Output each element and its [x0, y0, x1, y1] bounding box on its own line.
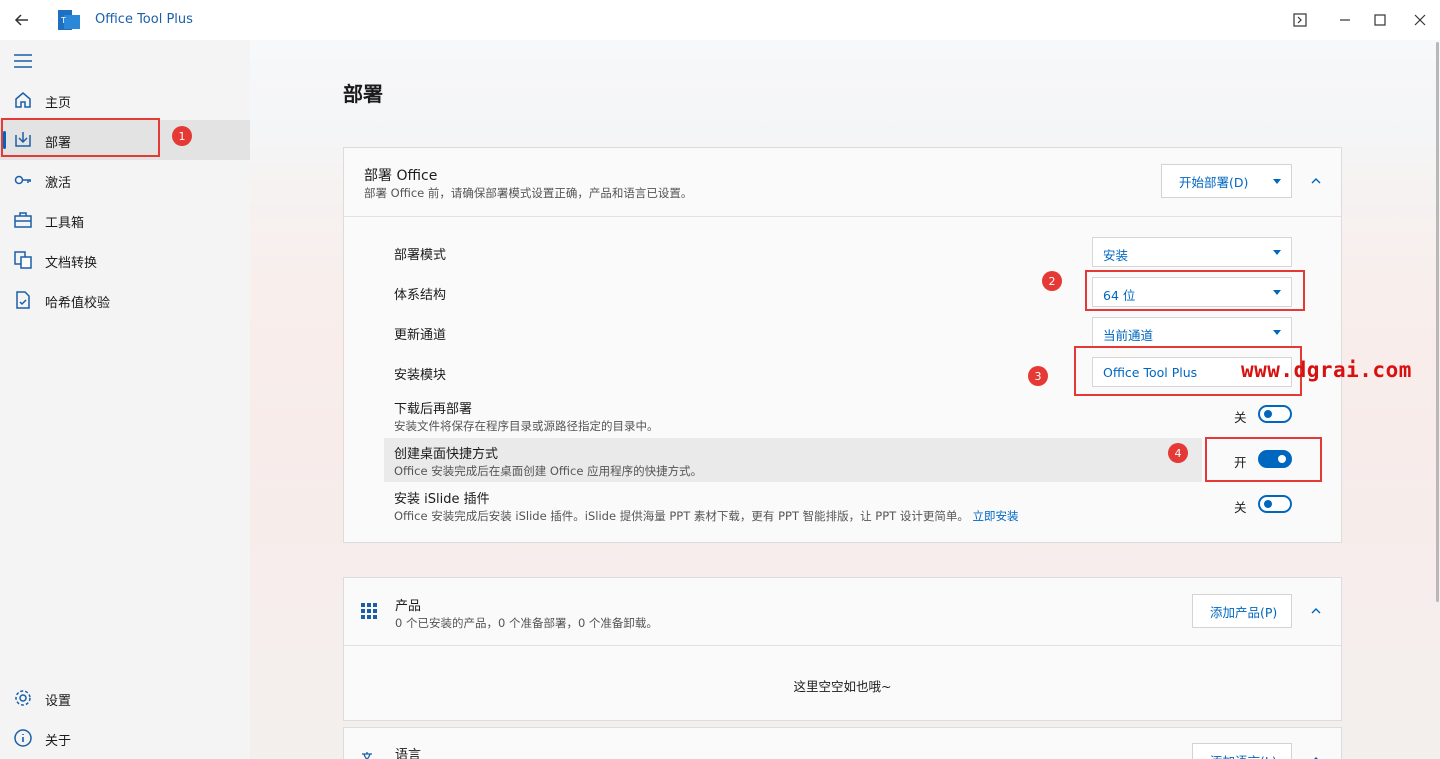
- toolbox-icon: [12, 210, 34, 230]
- home-icon: [12, 90, 34, 110]
- sidebar-item-hash-check[interactable]: 哈希值校验: [0, 280, 250, 320]
- dropdown-caret-icon[interactable]: [1273, 179, 1281, 184]
- install-module-label: 安装模块: [394, 368, 447, 383]
- language-icon: [360, 750, 378, 759]
- watermark-text: www.dgrai.com: [1241, 358, 1412, 382]
- add-product-button[interactable]: 添加产品(P): [1192, 594, 1292, 628]
- update-channel-label: 更新通道: [394, 328, 447, 343]
- annotation-box-1: [1, 118, 160, 157]
- architecture-label: 体系结构: [394, 288, 447, 303]
- products-empty-text: 这里空空如也哦~: [793, 679, 892, 694]
- sidebar-item-convert[interactable]: 文档转换: [0, 240, 250, 280]
- language-card: 语言 添加语言(L): [343, 727, 1342, 759]
- deploy-office-card: 部署 Office 部署 Office 前，请确保部署模式设置正确，产品和语言已…: [343, 147, 1342, 543]
- add-language-button[interactable]: 添加语言(L): [1192, 743, 1292, 759]
- download-first-state: 关: [1234, 410, 1247, 425]
- sidebar-item-label: 关于: [45, 734, 72, 749]
- maximize-icon[interactable]: [1370, 10, 1390, 30]
- minimize-icon[interactable]: [1335, 10, 1355, 30]
- key-icon: [12, 170, 34, 190]
- main-content: 部署 部署 Office 部署 Office 前，请确保部署模式设置正确，产品和…: [250, 40, 1440, 759]
- app-logo-icon: T: [58, 10, 80, 30]
- sidebar-item-label: 哈希值校验: [45, 296, 111, 311]
- annotation-box-4: [1205, 437, 1322, 482]
- desktop-shortcut-desc: Office 安装完成后在桌面创建 Office 应用程序的快捷方式。: [394, 464, 703, 478]
- products-card-header: 产品 0 个已安装的产品，0 个准备部署，0 个准备卸载。 添加产品(P): [344, 578, 1341, 646]
- sidebar-item-about[interactable]: 关于: [0, 718, 250, 758]
- download-first-toggle[interactable]: [1258, 405, 1292, 423]
- convert-icon: [12, 250, 34, 270]
- collapse-chevron-icon[interactable]: [1308, 173, 1324, 189]
- sidebar-item-label: 文档转换: [45, 256, 98, 271]
- back-arrow-icon[interactable]: [12, 10, 32, 30]
- close-icon[interactable]: [1410, 10, 1430, 30]
- deploy-card-subtitle: 部署 Office 前，请确保部署模式设置正确，产品和语言已设置。: [364, 186, 693, 200]
- title-bar: T Office Tool Plus: [0, 0, 1440, 40]
- info-icon: [12, 728, 34, 748]
- sidebar-item-activate[interactable]: 激活: [0, 160, 250, 200]
- islide-state: 关: [1234, 500, 1247, 515]
- products-card: 产品 0 个已安装的产品，0 个准备部署，0 个准备卸载。 添加产品(P) 这里…: [343, 577, 1342, 721]
- sidebar-item-label: 主页: [45, 96, 72, 111]
- collapse-chevron-icon[interactable]: [1308, 603, 1324, 619]
- dropdown-caret-icon: [1273, 250, 1281, 255]
- app-title: Office Tool Plus: [95, 12, 193, 27]
- svg-text:T: T: [60, 16, 66, 25]
- grid-apps-icon: [360, 602, 378, 624]
- hamburger-menu-icon[interactable]: [12, 52, 34, 70]
- download-first-label: 下载后再部署: [394, 402, 473, 417]
- update-channel-select[interactable]: 当前通道: [1092, 317, 1292, 347]
- annotation-badge-1: 1: [172, 126, 192, 146]
- sidebar-item-label: 激活: [45, 176, 72, 191]
- annotation-badge-4: 4: [1168, 443, 1188, 463]
- deploy-mode-select[interactable]: 安装: [1092, 237, 1292, 267]
- language-card-title: 语言: [395, 748, 422, 759]
- sidebar-item-settings[interactable]: 设置: [0, 678, 250, 718]
- islide-desc: Office 安装完成后安装 iSlide 插件。iSlide 提供海量 PPT…: [394, 509, 1019, 523]
- annotation-badge-2: 2: [1042, 271, 1062, 291]
- dropdown-caret-icon: [1273, 330, 1281, 335]
- sidebar-item-label: 工具箱: [45, 216, 85, 231]
- annotation-badge-3: 3: [1028, 366, 1048, 386]
- deploy-card-header: 部署 Office 部署 Office 前，请确保部署模式设置正确，产品和语言已…: [344, 148, 1341, 217]
- islide-label: 安装 iSlide 插件: [394, 492, 490, 507]
- products-card-subtitle: 0 个已安装的产品，0 个准备部署，0 个准备卸载。: [395, 616, 658, 630]
- deploy-card-title: 部署 Office: [364, 168, 438, 184]
- install-now-link[interactable]: 立即安装: [972, 509, 1018, 523]
- islide-toggle[interactable]: [1258, 495, 1292, 513]
- collapse-chevron-icon[interactable]: [1308, 752, 1324, 759]
- annotation-box-2: [1085, 270, 1305, 311]
- products-card-title: 产品: [395, 599, 422, 614]
- sidebar-item-toolbox[interactable]: 工具箱: [0, 200, 250, 240]
- page-title: 部署: [343, 82, 383, 106]
- sidebar-item-home[interactable]: 主页: [0, 80, 250, 120]
- sidebar-item-label: 设置: [45, 694, 72, 709]
- scrollbar-thumb[interactable]: [1436, 42, 1439, 602]
- hash-check-icon: [12, 290, 34, 310]
- deploy-mode-label: 部署模式: [394, 248, 447, 263]
- compact-mode-icon[interactable]: [1290, 10, 1310, 30]
- desktop-shortcut-label: 创建桌面快捷方式: [394, 447, 499, 462]
- download-first-desc: 安装文件将保存在程序目录或源路径指定的目录中。: [394, 419, 659, 433]
- gear-icon: [12, 688, 34, 708]
- start-deploy-button[interactable]: 开始部署(D): [1161, 164, 1292, 198]
